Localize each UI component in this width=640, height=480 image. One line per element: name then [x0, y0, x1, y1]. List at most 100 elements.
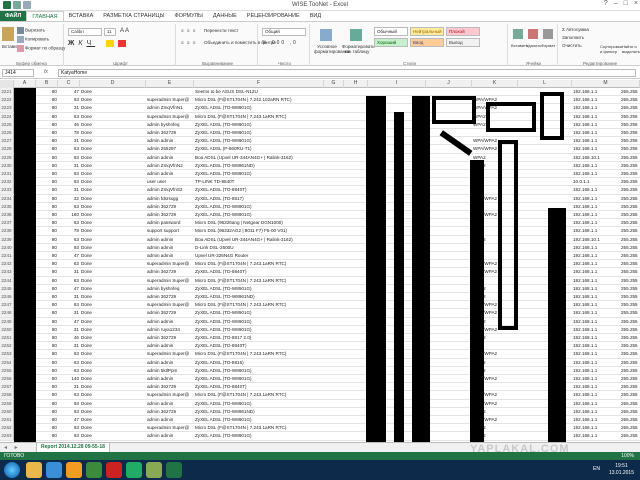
cell-f[interactable]: Micro DSL (F@ST1704N | 7.243.1aRN RTC) [194, 391, 324, 399]
cell-c[interactable]: 31 [58, 293, 80, 301]
table-row[interactable]: 2229 80 63 Done admin admin Boa ADSL (Upvel U… [0, 153, 640, 162]
cell-e[interactable]: admin admin [146, 318, 194, 326]
cell-b[interactable]: 80 [36, 88, 58, 96]
cell-m[interactable]: 192.168.1.1 [572, 121, 620, 129]
cell-f[interactable]: ZyXEL ADSL (TD-W8961ND) [194, 408, 324, 416]
cell-m[interactable]: 192.168.1.1 [572, 203, 620, 211]
cell-f[interactable]: Upvel UR-326N4G Router [194, 252, 324, 260]
cell-b[interactable]: 80 [36, 121, 58, 129]
cell-c[interactable]: 46 [58, 334, 80, 342]
cell-n[interactable]: 255.255 [620, 113, 640, 121]
row-number[interactable]: 2237 [0, 219, 14, 228]
cell-n[interactable]: 255.255 [620, 162, 640, 170]
column-header-g[interactable]: G [324, 80, 344, 88]
cell-m[interactable]: 192.168.1.1 [572, 227, 620, 235]
cell-f[interactable]: ZyXEL ADSL (TD-W8901G) [194, 203, 324, 211]
style-output[interactable]: Вывод [446, 38, 480, 47]
cell-b[interactable]: 80 [36, 277, 58, 285]
wrap-text-button[interactable]: Перенести текст [204, 28, 239, 33]
cell-m[interactable]: 192.168.1.1 [572, 137, 620, 145]
cell-f[interactable]: ZyXEL ADSL (TD-W8901G) [194, 104, 324, 112]
cell-e[interactable]: admin admin [146, 154, 194, 162]
cell-c[interactable]: 31 [58, 162, 80, 170]
cell-b[interactable]: 80 [36, 391, 58, 399]
cell-n[interactable]: 255.255 [620, 211, 640, 219]
cell-n[interactable]: 255.255 [620, 326, 640, 334]
clear-button[interactable]: Очистить [562, 43, 582, 48]
cell-d[interactable]: Done [80, 285, 146, 293]
cell-f[interactable]: ZyXEL ADSL (TD-W8901G) [194, 137, 324, 145]
cell-e[interactable]: admin admin [146, 170, 194, 178]
table-row[interactable]: 2230 80 31 Done admin ZmqVfnN2 ZyXEL ADSL (TD… [0, 161, 640, 170]
cell-c[interactable]: 31 [58, 186, 80, 194]
cell-d[interactable]: Done [80, 236, 146, 244]
table-row[interactable]: 2236 80 180 Done admin 362729 ZyXEL ADSL (TD-… [0, 211, 640, 220]
name-box[interactable]: J414 [2, 69, 34, 77]
cell-e[interactable]: superadmin Super@ [146, 113, 194, 121]
row-number[interactable]: 2252 [0, 342, 14, 351]
table-row[interactable]: 2254 80 63 Done admin admin ZyXEL ADSL (TD-88… [0, 358, 640, 367]
cell-e[interactable]: admin admin [146, 416, 194, 424]
cell-f[interactable]: Micro DSL (F@ST1704N | 7.243.1aRN RTC) [194, 113, 324, 121]
cell-d[interactable]: Done [80, 326, 146, 334]
cell-e[interactable]: support support [146, 227, 194, 235]
cell-m[interactable]: 192.168.1.1 [572, 186, 620, 194]
number-format-select[interactable]: Общий [262, 28, 306, 36]
cell-d[interactable]: Done [80, 96, 146, 104]
cell-b[interactable]: 80 [36, 154, 58, 162]
cell-m[interactable]: 192.168.1.1 [572, 268, 620, 276]
cell-e[interactable]: admin admin [146, 375, 194, 383]
cell-n[interactable]: 255.255 [620, 432, 640, 440]
cell-e[interactable]: admin admin [146, 252, 194, 260]
cell-c[interactable]: 63 [58, 236, 80, 244]
cell-b[interactable]: 80 [36, 178, 58, 186]
table-row[interactable]: 2235 80 63 Done admin 362729 ZyXEL ADSL (TD-W… [0, 202, 640, 211]
cell-n[interactable]: 255.255 [620, 227, 640, 235]
insert-cells-icon[interactable] [513, 29, 523, 39]
cell-n[interactable]: 255.255 [620, 219, 640, 227]
cell-d[interactable]: Done [80, 359, 146, 367]
cell-f[interactable]: Micro DSL (F@ST1704N | 7.243.1aRN RTC) [194, 277, 324, 285]
cell-c[interactable]: 63 [58, 359, 80, 367]
row-number[interactable]: 2253 [0, 350, 14, 359]
cell-c[interactable]: 47 [58, 318, 80, 326]
cell-f[interactable]: ZyXEL ADSL (TD-W8901G) [194, 121, 324, 129]
autosum-button[interactable]: Σ Автосумма [562, 27, 589, 32]
row-number[interactable]: 2235 [0, 202, 14, 211]
table-row[interactable]: 2263 80 63 Done admin admin ZyXEL ADSL (TD-W8… [0, 432, 640, 441]
cell-k[interactable] [472, 88, 518, 96]
tab-formulas[interactable]: ФОРМУЛЫ [169, 11, 207, 21]
number-format-icons[interactable]: % 000 ,0 [262, 40, 298, 46]
table-row[interactable]: 2244 80 63 Done superadmin Super@ Micro DSL (… [0, 276, 640, 285]
cell-c[interactable]: 31 [58, 104, 80, 112]
column-header-l[interactable]: L [518, 80, 572, 88]
cell-m[interactable]: 192.168.1.1 [572, 88, 620, 96]
cell-e[interactable]: user user [146, 178, 194, 186]
row-number[interactable]: 2249 [0, 317, 14, 326]
row-number[interactable]: 2243 [0, 268, 14, 277]
tab-insert[interactable]: ВСТАВКА [64, 11, 99, 21]
spreadsheet-grid[interactable]: 2221 80 47 Done Seems to be ASUS DSL-N12U 192… [0, 88, 640, 442]
row-number[interactable]: 2225 [0, 120, 14, 129]
style-normal[interactable]: Обычный [374, 27, 408, 36]
cell-b[interactable]: 80 [36, 416, 58, 424]
cell-m[interactable]: 192.168.1.1 [572, 195, 620, 203]
cell-c[interactable]: 32 [58, 195, 80, 203]
column-header-a[interactable]: A [14, 80, 36, 88]
cell-f[interactable]: Micro DSL (96332AG2 | 8011 F7) F5-00 V01… [194, 227, 324, 235]
cut-button[interactable]: Вырезать [17, 27, 45, 34]
row-number[interactable]: 2257 [0, 383, 14, 392]
cell-d[interactable]: Done [80, 129, 146, 137]
cell-b[interactable]: 80 [36, 383, 58, 391]
cell-c[interactable]: 31 [58, 326, 80, 334]
cell-e[interactable]: admin admin [146, 359, 194, 367]
cell-b[interactable]: 80 [36, 350, 58, 358]
cell-c[interactable]: 47 [58, 88, 80, 96]
row-number[interactable]: 2233 [0, 186, 14, 195]
cell-c[interactable]: 31 [58, 309, 80, 317]
cell-d[interactable]: Done [80, 113, 146, 121]
cell-f[interactable]: Micro DSL (F@ST1704N | 7.242.102aRN RTC) [194, 96, 324, 104]
table-row[interactable]: 2237 80 63 Done admin password Micro DSL (963… [0, 219, 640, 228]
cell-f[interactable]: ZyXEL ADSL (TD-W8901G) [194, 318, 324, 326]
table-row[interactable]: 2251 80 46 Done admin 362729 ZyXEL ADSL (TD-8… [0, 334, 640, 343]
